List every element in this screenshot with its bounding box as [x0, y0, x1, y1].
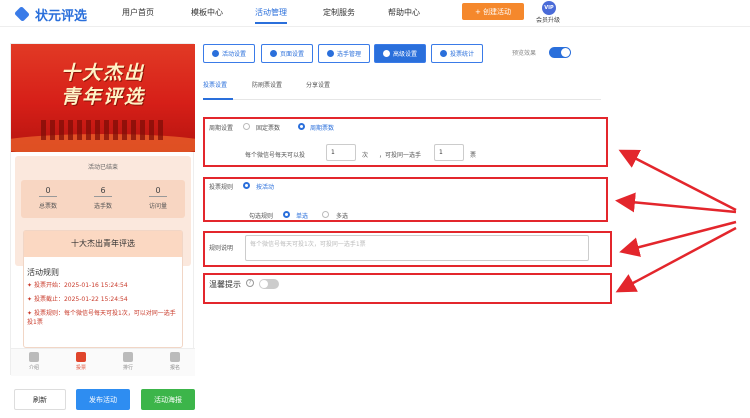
arrow-to-period	[618, 149, 737, 212]
annotation-arrows	[615, 149, 737, 293]
arrow-to-vote-rule	[615, 192, 737, 214]
